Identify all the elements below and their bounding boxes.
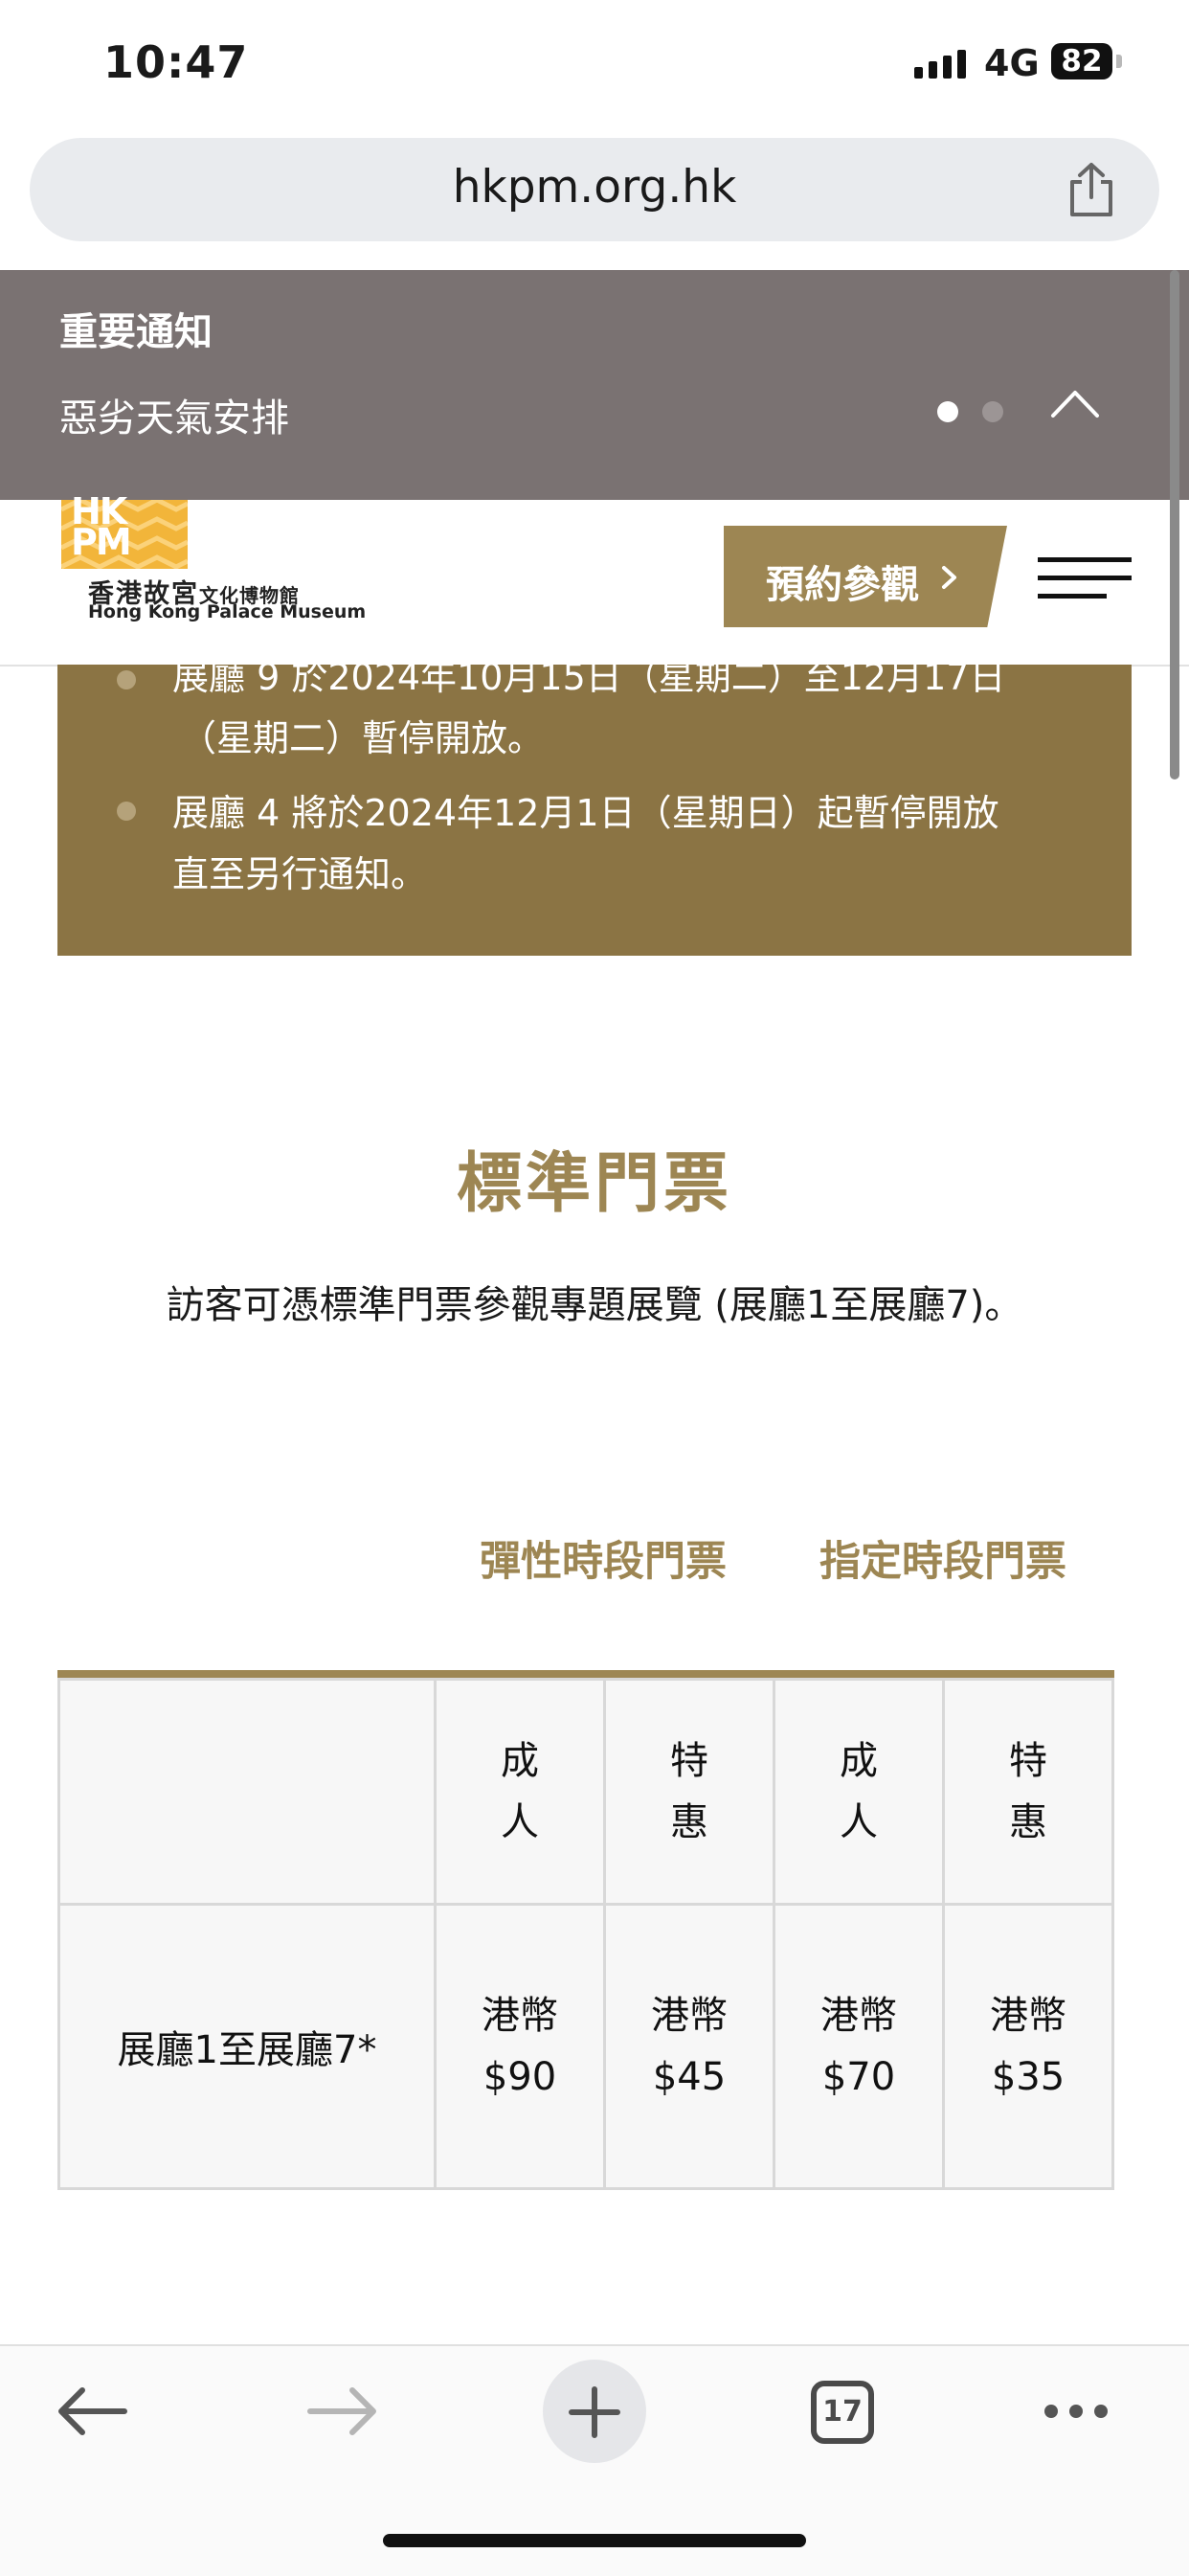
table-price-cell: 港幣$70 <box>773 1903 945 2190</box>
table-header-cell: 特惠 <box>603 1678 775 1906</box>
gallery-notice-1-line2: （星期二）暫停開放。 <box>180 717 545 759</box>
gallery-notice-2-line2: 直至另行通知。 <box>172 853 428 895</box>
group-timed-ticket: 指定時段門票 <box>819 1538 1066 1586</box>
url-bar[interactable]: hkpm.org.hk <box>30 138 1159 241</box>
table-header-cell: 特惠 <box>942 1678 1114 1906</box>
tab-count-button[interactable]: 17 <box>811 2381 874 2444</box>
section-title: 標準門票 <box>456 1146 732 1222</box>
forward-arrow-icon[interactable] <box>306 2384 379 2438</box>
back-arrow-icon[interactable] <box>56 2384 128 2438</box>
table-price-cell: 港幣$90 <box>434 1903 606 2190</box>
header-overlay <box>0 500 1189 663</box>
table-price-cell: 港幣$35 <box>942 1903 1114 2190</box>
table-price-cell: 港幣$45 <box>603 1903 775 2190</box>
signal-icon <box>914 50 966 79</box>
plus-icon[interactable] <box>566 2384 623 2441</box>
battery-tip <box>1116 55 1122 68</box>
notice-title: 重要通知 <box>59 310 213 354</box>
gallery-notice-2-line1: 展廳 4 將於2024年12月1日（星期日）起暫停開放 <box>172 792 999 834</box>
notice-pager-dot[interactable] <box>982 401 1003 422</box>
table-header-cell: 成人 <box>434 1678 606 1906</box>
group-flexible-ticket: 彈性時段門票 <box>480 1538 727 1586</box>
status-bar: 10:47 4G 82 <box>0 0 1189 132</box>
bullet <box>117 670 136 689</box>
section-description: 訪客可憑標準門票參觀專題展覽 (展廳1至展廳7)。 <box>166 1283 1023 1327</box>
status-time: 10:47 <box>103 36 249 88</box>
home-indicator[interactable] <box>383 2534 806 2547</box>
chevron-up-icon[interactable] <box>1049 387 1101 419</box>
url-text[interactable]: hkpm.org.hk <box>30 161 1159 214</box>
notice-link-bad-weather[interactable]: 惡劣天氣安排 <box>59 387 289 442</box>
bullet <box>117 802 136 821</box>
battery-icon: 82 <box>1051 43 1112 79</box>
important-notice-banner: 重要通知 惡劣天氣安排 <box>0 270 1189 500</box>
share-icon[interactable] <box>1065 161 1118 218</box>
notice-pager-dot-active[interactable] <box>937 401 958 422</box>
table-header-cell: 成人 <box>773 1678 945 1906</box>
more-options-icon[interactable] <box>1042 2400 1110 2423</box>
network-type: 4G <box>984 42 1040 84</box>
table-row-label: 展廳1至展廳7* <box>57 1903 437 2190</box>
table-corner-cell <box>57 1678 437 1906</box>
scrollbar[interactable] <box>1170 270 1179 780</box>
